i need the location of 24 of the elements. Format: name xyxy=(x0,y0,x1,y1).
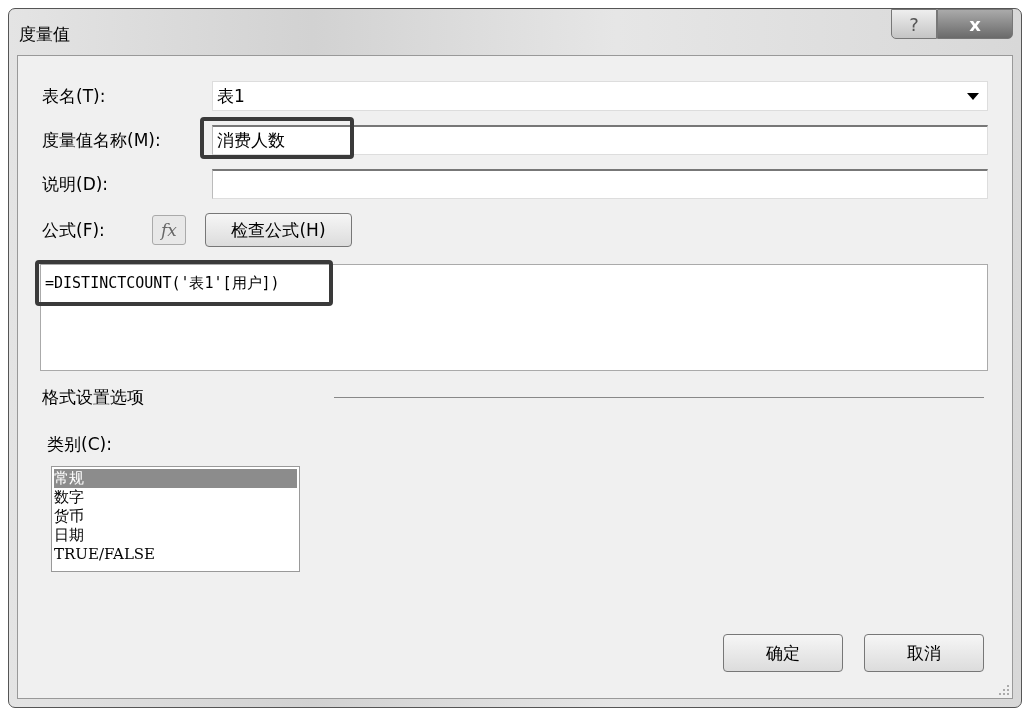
table-dropdown[interactable]: 表1 xyxy=(212,81,988,111)
caret-icon xyxy=(967,92,979,100)
category-item[interactable]: 货币 xyxy=(54,507,297,526)
help-button[interactable]: ? xyxy=(891,9,937,39)
resize-grip-icon xyxy=(999,685,1009,695)
category-item[interactable]: 日期 xyxy=(54,526,297,545)
field-label: 度量值名称(M): xyxy=(42,128,162,152)
category-item[interactable]: TRUE/FALSE xyxy=(54,545,297,564)
field-label: 说明(D): xyxy=(42,172,110,196)
function-button[interactable]: fx xyxy=(152,215,186,245)
field-label: 表名(T): xyxy=(42,84,107,108)
window-title: 度量值 xyxy=(19,23,70,46)
formula-editor[interactable]: =DISTINCTCOUNT('表1'[用户]) xyxy=(40,264,988,371)
category-list[interactable]: 常规 数字 货币 日期 TRUE/FALSE xyxy=(51,466,300,572)
formula-label: 公式(F): xyxy=(42,218,106,242)
ok-button[interactable]: 确定 xyxy=(723,634,843,672)
cancel-button[interactable]: 取消 xyxy=(864,634,984,672)
input-field[interactable] xyxy=(212,169,988,199)
section-title: 格式设置选项 xyxy=(42,385,144,409)
input-field[interactable]: 消费人数 xyxy=(212,125,988,155)
close-button[interactable]: x xyxy=(937,9,1013,39)
category-label: 类别(C): xyxy=(47,433,112,456)
check-formula-button[interactable]: 检查公式(H) xyxy=(205,213,352,247)
category-item[interactable]: 数字 xyxy=(54,488,297,507)
